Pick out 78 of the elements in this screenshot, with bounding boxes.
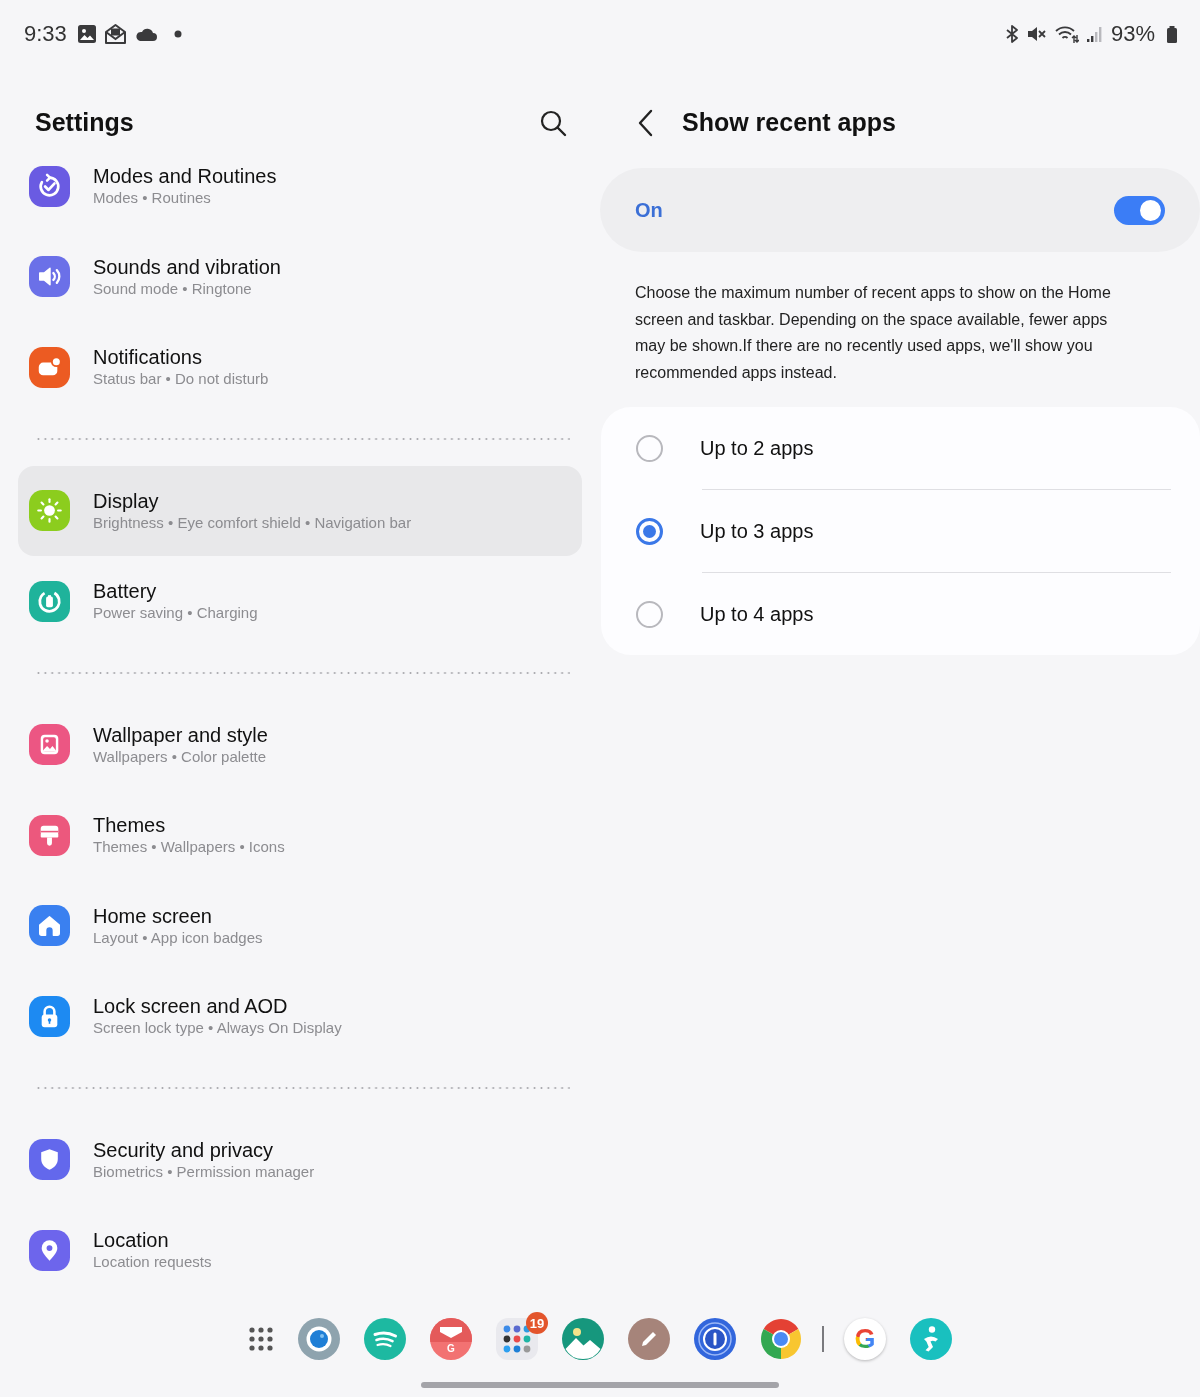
battery-ring-icon <box>29 580 70 622</box>
item-subtitle: Themes • Wallpapers • Icons <box>93 837 285 858</box>
settings-item[interactable]: Modes and Routines Modes • Routines <box>18 141 582 232</box>
item-subtitle: Status bar • Do not disturb <box>93 369 269 390</box>
status-time: 9:33 <box>24 21 67 47</box>
settings-item[interactable]: Wallpaper and style Wallpapers • Color palette <box>18 699 582 790</box>
item-subtitle: Biometrics • Permission manager <box>93 1161 315 1182</box>
notification-dot-icon <box>173 30 182 38</box>
switch-bar[interactable]: On <box>600 168 1200 252</box>
radio-button[interactable] <box>636 600 663 628</box>
settings-item[interactable]: Battery Power saving • Charging <box>18 556 582 647</box>
settings-item[interactable]: Notifications Status bar • Do not disturb <box>18 322 582 413</box>
item-title: Location <box>93 1228 169 1253</box>
pencil-app-icon[interactable] <box>628 1318 670 1360</box>
speaker-icon <box>29 256 70 298</box>
envelope-icon <box>102 22 128 46</box>
item-subtitle: Sound mode • Ringtone <box>93 278 252 299</box>
settings-item[interactable]: Themes Themes • Wallpapers • Icons <box>18 790 582 881</box>
settings-item[interactable]: Sounds and vibration Sound mode • Ringtone <box>18 231 582 322</box>
item-subtitle: Power saving • Charging <box>93 603 258 624</box>
option-label: Up to 3 apps <box>700 519 814 543</box>
waves-app-icon[interactable] <box>364 1318 406 1360</box>
item-title: Home screen <box>93 903 212 928</box>
shield-icon <box>29 1139 70 1181</box>
item-subtitle: Location requests <box>93 1252 212 1273</box>
item-title: Security and privacy <box>93 1137 274 1162</box>
notification-badge: 19 <box>526 1312 548 1334</box>
sun-icon <box>29 490 70 532</box>
detail-title: Show recent apps <box>682 107 896 138</box>
padlock-icon <box>29 995 70 1037</box>
bluetooth-icon <box>1004 24 1019 44</box>
settings-item[interactable]: Security and privacy Biometrics • Permission manager <box>18 1114 582 1205</box>
lens-app-icon[interactable] <box>298 1318 340 1360</box>
option-label: Up to 4 apps <box>700 602 814 626</box>
keyhole-app-icon[interactable] <box>694 1318 736 1360</box>
item-title: Display <box>93 488 159 513</box>
battery-percent: 93% <box>1110 21 1155 47</box>
item-title: Notifications <box>93 345 202 370</box>
item-title: Battery <box>93 579 157 604</box>
item-subtitle: Screen lock type • Always On Display <box>93 1018 342 1039</box>
signal-icon <box>1086 25 1103 43</box>
battery-icon <box>1166 24 1178 44</box>
description-text: Choose the maximum number of recent apps to show on the Home screen and taskbar. Depending on the space available, fewer apps may be shown.If there are no recently used apps, we'll show you recommended apps instead. <box>635 283 1112 383</box>
page-title: Settings <box>35 107 134 138</box>
app-drawer-icon[interactable] <box>248 1326 274 1352</box>
cloud-icon <box>133 26 158 42</box>
location-pin-icon <box>29 1229 70 1271</box>
item-title: Themes <box>93 813 166 838</box>
house-icon <box>29 905 70 947</box>
search-icon[interactable] <box>539 108 567 137</box>
muted-speaker-icon <box>1026 25 1047 43</box>
item-subtitle: Brightness • Eye comfort shield • Navigation bar <box>93 512 412 533</box>
item-title: Modes and Routines <box>93 164 277 189</box>
radio-button[interactable] <box>636 434 663 462</box>
image-icon <box>76 24 97 44</box>
paint-brush-icon <box>29 814 70 856</box>
radio-button[interactable] <box>636 517 663 545</box>
notification-bubble-icon <box>29 346 70 388</box>
picture-icon <box>29 724 70 766</box>
envelope-icon <box>430 1318 472 1342</box>
segmented-circle-app-icon[interactable] <box>760 1318 802 1360</box>
settings-item[interactable]: Lock screen and AOD Screen lock type • Always On Display <box>18 971 582 1062</box>
item-subtitle: Layout • App icon badges <box>93 927 263 948</box>
settings-item[interactable]: Location Location requests <box>18 1205 582 1296</box>
toggle-switch[interactable] <box>1114 195 1165 225</box>
item-title: Wallpaper and style <box>93 722 268 747</box>
item-subtitle: Modes • Routines <box>93 188 211 209</box>
figure-app-icon[interactable] <box>910 1318 952 1360</box>
settings-item[interactable]: Home screen Layout • App icon badges <box>18 880 582 971</box>
item-subtitle: Wallpapers • Color palette <box>93 746 267 767</box>
wifi-icon <box>1054 24 1079 44</box>
back-icon[interactable] <box>637 108 653 137</box>
item-title: Lock screen and AOD <box>93 994 288 1019</box>
switch-label: On <box>635 198 663 222</box>
option-label: Up to 2 apps <box>700 436 814 460</box>
item-title: Sounds and vibration <box>93 254 281 279</box>
settings-item[interactable]: Display Brightness • Eye comfort shield • Navigation bar <box>18 465 582 556</box>
mountain-app-icon[interactable] <box>562 1318 604 1360</box>
